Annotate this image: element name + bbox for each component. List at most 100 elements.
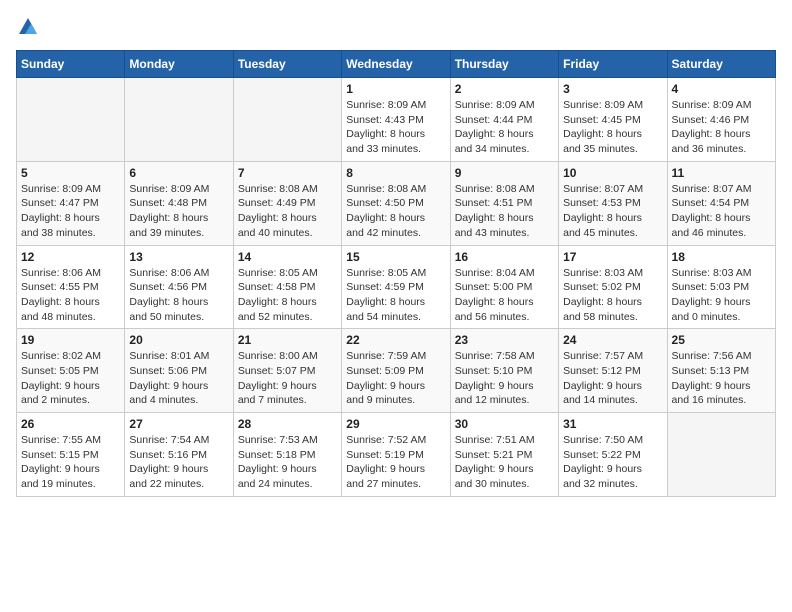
- day-header-wednesday: Wednesday: [342, 51, 450, 78]
- calendar-cell: 10 Sunrise: 8:07 AM Sunset: 4:53 PM Dayli…: [559, 161, 667, 245]
- day-info: Sunrise: 7:58 AM Sunset: 5:10 PM Dayligh…: [455, 349, 554, 408]
- calendar-cell: [125, 78, 233, 162]
- calendar-cell: [17, 78, 125, 162]
- calendar-cell: 26 Sunrise: 7:55 AM Sunset: 5:15 PM Dayli…: [17, 413, 125, 497]
- day-info: Sunrise: 8:09 AM Sunset: 4:43 PM Dayligh…: [346, 98, 445, 157]
- calendar-cell: 16 Sunrise: 8:04 AM Sunset: 5:00 PM Dayli…: [450, 245, 558, 329]
- day-info: Sunrise: 8:00 AM Sunset: 5:07 PM Dayligh…: [238, 349, 337, 408]
- day-info: Sunrise: 7:50 AM Sunset: 5:22 PM Dayligh…: [563, 433, 662, 492]
- calendar-week-4: 19Sunrise: 8:02 AM Sunset: 5:05 PM Dayli…: [17, 329, 776, 413]
- day-info: Sunrise: 8:05 AM Sunset: 4:59 PM Dayligh…: [346, 266, 445, 325]
- calendar-cell: 18 Sunrise: 8:03 AM Sunset: 5:03 PM Dayli…: [667, 245, 775, 329]
- day-number: 30: [455, 417, 554, 431]
- day-number: 22: [346, 333, 445, 347]
- day-info: Sunrise: 8:03 AM Sunset: 5:02 PM Dayligh…: [563, 266, 662, 325]
- day-header-friday: Friday: [559, 51, 667, 78]
- day-info: Sunrise: 7:59 AM Sunset: 5:09 PM Dayligh…: [346, 349, 445, 408]
- calendar-cell: 1 Sunrise: 8:09 AM Sunset: 4:43 PM Daylig…: [342, 78, 450, 162]
- day-info: Sunrise: 8:06 AM Sunset: 4:56 PM Dayligh…: [129, 266, 228, 325]
- calendar-cell: 8Sunrise: 8:08 AM Sunset: 4:50 PM Daylig…: [342, 161, 450, 245]
- day-info: Sunrise: 8:09 AM Sunset: 4:47 PM Dayligh…: [21, 182, 120, 241]
- day-info: Sunrise: 7:54 AM Sunset: 5:16 PM Dayligh…: [129, 433, 228, 492]
- day-number: 11: [672, 166, 771, 180]
- day-info: Sunrise: 8:01 AM Sunset: 5:06 PM Dayligh…: [129, 349, 228, 408]
- calendar-header-row: SundayMondayTuesdayWednesdayThursdayFrid…: [17, 51, 776, 78]
- day-number: 14: [238, 250, 337, 264]
- day-info: Sunrise: 8:08 AM Sunset: 4:50 PM Dayligh…: [346, 182, 445, 241]
- day-info: Sunrise: 8:09 AM Sunset: 4:45 PM Dayligh…: [563, 98, 662, 157]
- calendar-cell: 20 Sunrise: 8:01 AM Sunset: 5:06 PM Dayli…: [125, 329, 233, 413]
- calendar-week-1: 1 Sunrise: 8:09 AM Sunset: 4:43 PM Daylig…: [17, 78, 776, 162]
- day-number: 9: [455, 166, 554, 180]
- day-number: 23: [455, 333, 554, 347]
- day-info: Sunrise: 8:06 AM Sunset: 4:55 PM Dayligh…: [21, 266, 120, 325]
- calendar-cell: 21 Sunrise: 8:00 AM Sunset: 5:07 PM Dayli…: [233, 329, 341, 413]
- day-info: Sunrise: 8:08 AM Sunset: 4:51 PM Dayligh…: [455, 182, 554, 241]
- day-number: 31: [563, 417, 662, 431]
- day-info: Sunrise: 8:07 AM Sunset: 4:54 PM Dayligh…: [672, 182, 771, 241]
- day-number: 1: [346, 82, 445, 96]
- day-info: Sunrise: 7:56 AM Sunset: 5:13 PM Dayligh…: [672, 349, 771, 408]
- calendar-cell: 24 Sunrise: 7:57 AM Sunset: 5:12 PM Dayli…: [559, 329, 667, 413]
- day-number: 20: [129, 333, 228, 347]
- day-header-saturday: Saturday: [667, 51, 775, 78]
- day-info: Sunrise: 7:53 AM Sunset: 5:18 PM Dayligh…: [238, 433, 337, 492]
- calendar-cell: [667, 413, 775, 497]
- day-number: 12: [21, 250, 120, 264]
- calendar-cell: 28 Sunrise: 7:53 AM Sunset: 5:18 PM Dayli…: [233, 413, 341, 497]
- calendar-cell: 4Sunrise: 8:09 AM Sunset: 4:46 PM Daylig…: [667, 78, 775, 162]
- day-number: 17: [563, 250, 662, 264]
- day-info: Sunrise: 8:03 AM Sunset: 5:03 PM Dayligh…: [672, 266, 771, 325]
- calendar-cell: 29Sunrise: 7:52 AM Sunset: 5:19 PM Dayli…: [342, 413, 450, 497]
- calendar-week-5: 26 Sunrise: 7:55 AM Sunset: 5:15 PM Dayli…: [17, 413, 776, 497]
- calendar-week-3: 12 Sunrise: 8:06 AM Sunset: 4:55 PM Dayli…: [17, 245, 776, 329]
- day-header-tuesday: Tuesday: [233, 51, 341, 78]
- calendar-cell: 27 Sunrise: 7:54 AM Sunset: 5:16 PM Dayli…: [125, 413, 233, 497]
- calendar-cell: 23 Sunrise: 7:58 AM Sunset: 5:10 PM Dayli…: [450, 329, 558, 413]
- day-info: Sunrise: 8:09 AM Sunset: 4:44 PM Dayligh…: [455, 98, 554, 157]
- day-number: 27: [129, 417, 228, 431]
- calendar-cell: 7 Sunrise: 8:08 AM Sunset: 4:49 PM Daylig…: [233, 161, 341, 245]
- calendar-cell: 15 Sunrise: 8:05 AM Sunset: 4:59 PM Dayli…: [342, 245, 450, 329]
- day-number: 10: [563, 166, 662, 180]
- calendar-cell: 13Sunrise: 8:06 AM Sunset: 4:56 PM Dayli…: [125, 245, 233, 329]
- day-info: Sunrise: 8:09 AM Sunset: 4:48 PM Dayligh…: [129, 182, 228, 241]
- day-number: 15: [346, 250, 445, 264]
- calendar-cell: 19Sunrise: 8:02 AM Sunset: 5:05 PM Dayli…: [17, 329, 125, 413]
- day-number: 18: [672, 250, 771, 264]
- day-number: 19: [21, 333, 120, 347]
- calendar-cell: 30 Sunrise: 7:51 AM Sunset: 5:21 PM Dayli…: [450, 413, 558, 497]
- calendar-cell: 9 Sunrise: 8:08 AM Sunset: 4:51 PM Daylig…: [450, 161, 558, 245]
- day-header-monday: Monday: [125, 51, 233, 78]
- day-info: Sunrise: 7:57 AM Sunset: 5:12 PM Dayligh…: [563, 349, 662, 408]
- day-info: Sunrise: 7:55 AM Sunset: 5:15 PM Dayligh…: [21, 433, 120, 492]
- day-number: 5: [21, 166, 120, 180]
- day-info: Sunrise: 7:51 AM Sunset: 5:21 PM Dayligh…: [455, 433, 554, 492]
- day-header-thursday: Thursday: [450, 51, 558, 78]
- day-number: 21: [238, 333, 337, 347]
- logo-icon: [17, 16, 39, 38]
- day-number: 24: [563, 333, 662, 347]
- day-number: 28: [238, 417, 337, 431]
- calendar-cell: 25Sunrise: 7:56 AM Sunset: 5:13 PM Dayli…: [667, 329, 775, 413]
- page-header: [16, 16, 776, 38]
- calendar-cell: 12 Sunrise: 8:06 AM Sunset: 4:55 PM Dayli…: [17, 245, 125, 329]
- day-number: 26: [21, 417, 120, 431]
- calendar-cell: 17 Sunrise: 8:03 AM Sunset: 5:02 PM Dayli…: [559, 245, 667, 329]
- calendar-cell: 5 Sunrise: 8:09 AM Sunset: 4:47 PM Daylig…: [17, 161, 125, 245]
- calendar-cell: 11 Sunrise: 8:07 AM Sunset: 4:54 PM Dayli…: [667, 161, 775, 245]
- day-info: Sunrise: 8:04 AM Sunset: 5:00 PM Dayligh…: [455, 266, 554, 325]
- day-number: 16: [455, 250, 554, 264]
- calendar-cell: 14 Sunrise: 8:05 AM Sunset: 4:58 PM Dayli…: [233, 245, 341, 329]
- day-number: 4: [672, 82, 771, 96]
- day-info: Sunrise: 8:05 AM Sunset: 4:58 PM Dayligh…: [238, 266, 337, 325]
- day-info: Sunrise: 8:08 AM Sunset: 4:49 PM Dayligh…: [238, 182, 337, 241]
- day-number: 29: [346, 417, 445, 431]
- calendar-cell: 3Sunrise: 8:09 AM Sunset: 4:45 PM Daylig…: [559, 78, 667, 162]
- day-info: Sunrise: 8:07 AM Sunset: 4:53 PM Dayligh…: [563, 182, 662, 241]
- day-header-sunday: Sunday: [17, 51, 125, 78]
- calendar-cell: [233, 78, 341, 162]
- day-number: 7: [238, 166, 337, 180]
- calendar-cell: 6Sunrise: 8:09 AM Sunset: 4:48 PM Daylig…: [125, 161, 233, 245]
- calendar-table: SundayMondayTuesdayWednesdayThursdayFrid…: [16, 50, 776, 497]
